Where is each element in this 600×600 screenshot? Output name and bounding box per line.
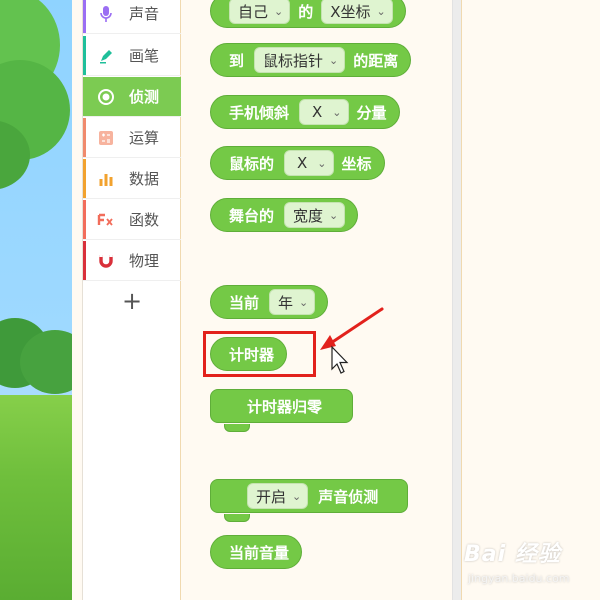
- block-current-time[interactable]: 当前 年 ⌄: [210, 285, 329, 319]
- block-self-of[interactable]: 自己 ⌄ 的 X坐标 ⌄: [210, 0, 406, 28]
- category-color-bar: [83, 36, 86, 75]
- category-color-bar: [83, 118, 86, 157]
- microphone-icon: [97, 5, 115, 23]
- dropdown-distance-target[interactable]: 鼠标指针 ⌄: [254, 47, 346, 73]
- block-current-volume[interactable]: 当前音量: [210, 535, 303, 569]
- chevron-down-icon: ⌄: [292, 489, 302, 503]
- dropdown-value: 年: [278, 293, 294, 312]
- category-physics[interactable]: 物理: [83, 241, 181, 281]
- pen-icon: [97, 47, 115, 65]
- category-label: 声音: [129, 5, 160, 23]
- block-text: 计时器归零: [247, 397, 323, 416]
- dropdown-value: 自己: [238, 2, 269, 21]
- mouse-pointer-icon: [331, 345, 349, 374]
- category-label: 物理: [129, 252, 160, 270]
- dropdown-value: X: [297, 154, 308, 172]
- dropdown-axis[interactable]: X ⌄: [284, 150, 334, 176]
- block-text: 的: [298, 2, 314, 21]
- chevron-down-icon: ⌄: [376, 4, 386, 18]
- radio-target-icon: [97, 88, 115, 106]
- category-operators[interactable]: 运算: [83, 118, 181, 158]
- chevron-down-icon: ⌄: [274, 4, 284, 18]
- category-sound[interactable]: 声音: [83, 0, 181, 34]
- grass-ground: [0, 395, 72, 600]
- dropdown-value: 鼠标指针: [263, 51, 324, 70]
- block-timer[interactable]: 计时器: [210, 337, 288, 371]
- code-workspace[interactable]: [461, 0, 600, 600]
- category-color-bar: [83, 159, 86, 198]
- block-text: 的距离: [353, 51, 399, 70]
- block-text: 计时器: [229, 345, 275, 364]
- block-text: 舞台的: [229, 206, 275, 225]
- function-icon: [97, 211, 115, 229]
- block-text: 当前: [229, 293, 260, 312]
- category-functions[interactable]: 函数: [83, 200, 181, 240]
- block-text: 到: [229, 51, 245, 70]
- dropdown-value: X: [312, 103, 323, 121]
- calculator-icon: [97, 129, 115, 147]
- block-phone-tilt[interactable]: 手机倾斜 X ⌄ 分量: [210, 95, 400, 129]
- block-notch: [224, 514, 250, 522]
- category-label: 运算: [129, 129, 160, 147]
- block-stage-of[interactable]: 舞台的 宽度 ⌄: [210, 198, 359, 232]
- dropdown-axis[interactable]: X ⌄: [299, 99, 349, 125]
- block-mouse-coord[interactable]: 鼠标的 X ⌄ 坐标: [210, 146, 385, 180]
- block-reset-timer[interactable]: 计时器归零: [210, 389, 353, 423]
- dropdown-property[interactable]: X坐标 ⌄: [321, 0, 393, 24]
- dropdown-value: 开启: [256, 487, 287, 506]
- block-text: 当前音量: [229, 543, 290, 562]
- dropdown-value: 宽度: [293, 206, 324, 225]
- dropdown-stage-property[interactable]: 宽度 ⌄: [284, 202, 346, 228]
- block-text: 手机倾斜: [229, 103, 290, 122]
- stage-preview: [0, 0, 72, 600]
- block-text: 声音侦测: [318, 487, 379, 506]
- category-color-bar: [83, 241, 86, 280]
- dropdown-target[interactable]: 自己 ⌄: [229, 0, 291, 24]
- category-data[interactable]: 数据: [83, 159, 181, 199]
- add-extension-button[interactable]: +: [83, 282, 181, 320]
- block-distance-to[interactable]: 到 鼠标指针 ⌄ 的距离: [210, 43, 412, 77]
- category-label: 画笔: [129, 47, 160, 65]
- category-label: 函数: [129, 211, 160, 229]
- magnet-icon: [97, 252, 115, 270]
- chevron-down-icon: ⌄: [317, 156, 327, 170]
- dropdown-time-unit[interactable]: 年 ⌄: [269, 289, 316, 315]
- category-label: 侦测: [129, 88, 160, 106]
- dropdown-on-off[interactable]: 开启 ⌄: [247, 483, 309, 509]
- category-color-bar: [83, 0, 86, 33]
- chevron-down-icon: ⌄: [332, 105, 342, 119]
- category-sensing[interactable]: 侦测: [83, 77, 181, 117]
- chevron-down-icon: ⌄: [329, 208, 339, 222]
- block-enable-sound-detect[interactable]: 开启 ⌄ 声音侦测: [210, 479, 408, 513]
- chevron-down-icon: ⌄: [299, 295, 309, 309]
- annotation-arrow: [320, 307, 384, 374]
- block-text: 鼠标的: [229, 154, 275, 173]
- block-text: 分量: [356, 103, 387, 122]
- block-notch: [224, 424, 250, 432]
- dropdown-value: X坐标: [330, 2, 371, 21]
- category-color-bar: [83, 200, 86, 239]
- category-pen[interactable]: 画笔: [83, 36, 181, 76]
- category-sidebar: 声音 画笔 侦测 运算 数据 函数 物理 +: [82, 0, 181, 600]
- category-label: 数据: [129, 170, 160, 188]
- block-text: 坐标: [341, 154, 372, 173]
- bar-chart-icon: [97, 170, 115, 188]
- chevron-down-icon: ⌄: [329, 53, 339, 67]
- palette-scrollbar[interactable]: [452, 0, 461, 600]
